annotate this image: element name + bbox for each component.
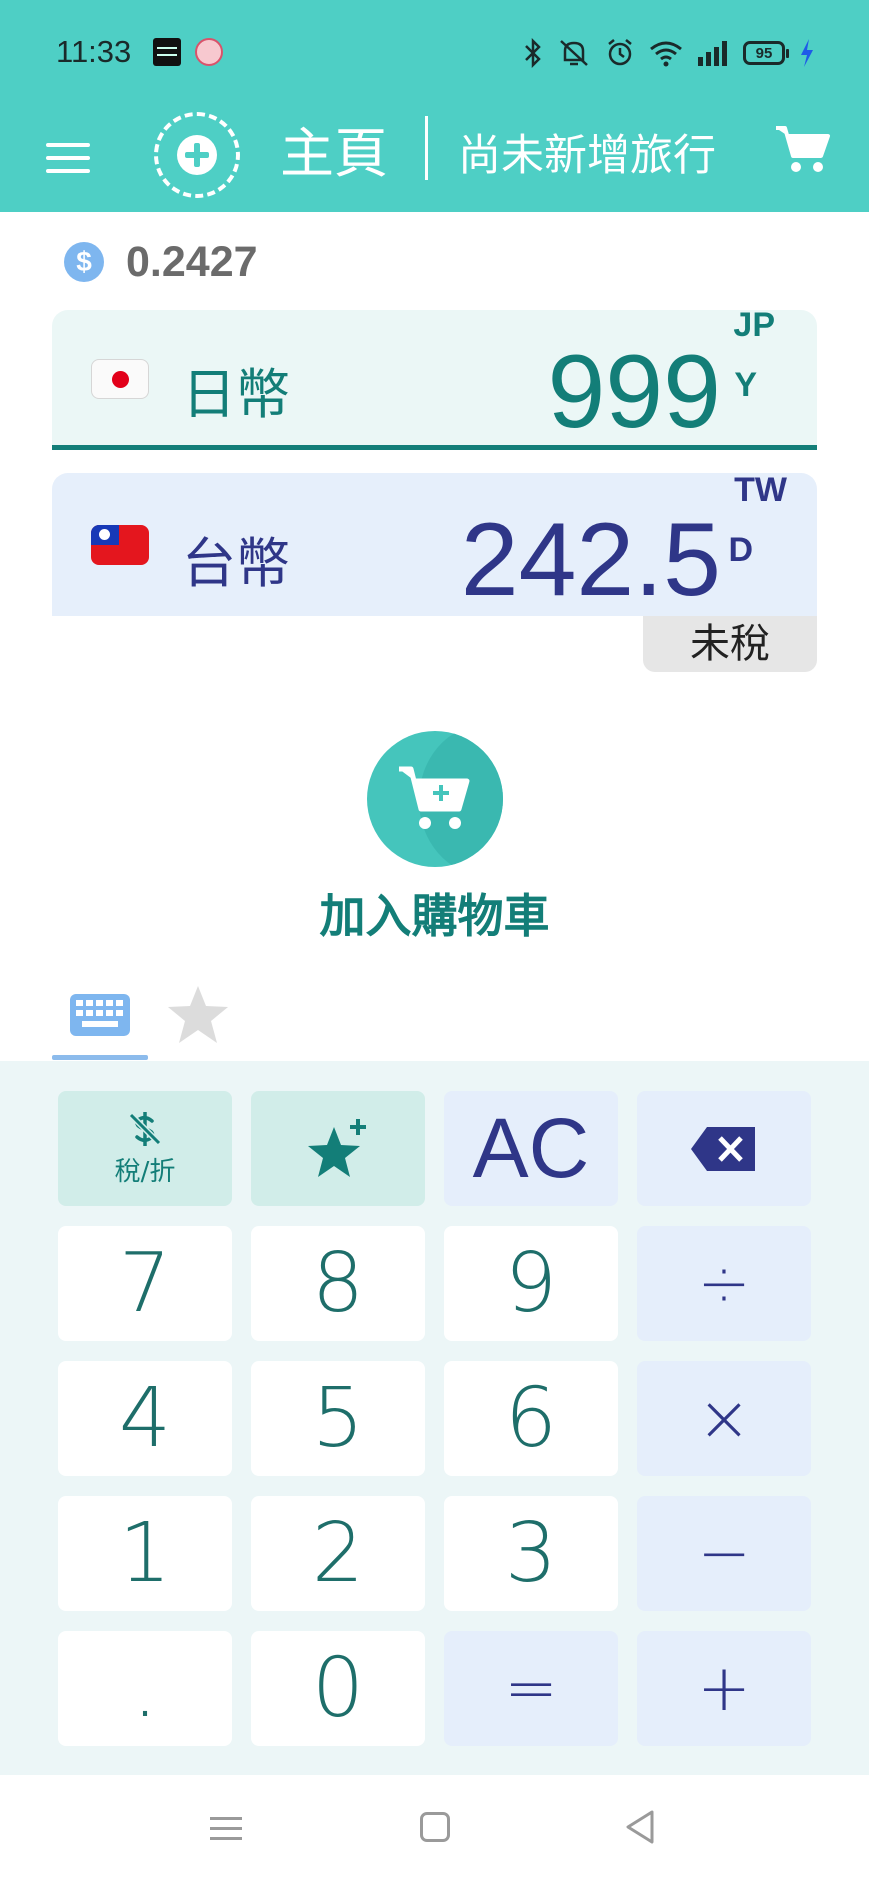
battery-icon: 95 (743, 41, 789, 65)
tab-favorites[interactable] (162, 980, 234, 1060)
japan-flag-icon (91, 359, 149, 399)
exchange-rate-value: 0.2427 (126, 237, 258, 286)
panda-notification-icon (195, 38, 223, 66)
target-code-top: TW (734, 473, 787, 509)
key-5[interactable]: 5 (251, 1361, 425, 1476)
keyboard-icon (70, 994, 130, 1036)
taiwan-flag-icon (91, 525, 149, 565)
shopping-cart-button[interactable] (773, 118, 833, 178)
page-title: 主頁 (280, 122, 388, 185)
status-icons: 95 (523, 36, 815, 70)
multiply-key[interactable]: × (637, 1361, 811, 1476)
trip-selector[interactable]: 尚未新增旅行 (458, 126, 716, 186)
app-notification-icon (153, 38, 181, 66)
add-trip-button[interactable] (154, 112, 240, 198)
key-0[interactable]: 0 (251, 1631, 425, 1746)
add-favorite-key[interactable] (251, 1091, 425, 1206)
target-currency-card[interactable]: 台幣 242.5 TW D (52, 473, 817, 616)
key-3[interactable]: 3 (444, 1496, 618, 1611)
mute-icon (560, 40, 588, 66)
status-bar: 11:33 95 (0, 0, 869, 104)
target-code-bottom: D (728, 531, 753, 569)
signal-icon (698, 41, 727, 66)
key-4[interactable]: 4 (58, 1361, 232, 1476)
recents-icon[interactable] (210, 1813, 242, 1845)
minus-key[interactable]: − (637, 1496, 811, 1611)
dollar-slash-icon (128, 1112, 162, 1146)
backspace-key[interactable] (637, 1091, 811, 1206)
star-icon (168, 986, 228, 1043)
dollar-icon: $ (64, 242, 104, 282)
cart-plus-icon (399, 766, 470, 829)
key-2[interactable]: 2 (251, 1496, 425, 1611)
decimal-key[interactable]: . (58, 1631, 232, 1746)
key-8[interactable]: 8 (251, 1226, 425, 1341)
plus-icon (177, 135, 217, 175)
equals-key[interactable]: = (444, 1631, 618, 1746)
clear-all-key[interactable]: AC (444, 1091, 618, 1206)
calculator-keypad: 稅/折 AC 7 8 9 ÷ 4 5 6 × 1 2 3 − . 0 = + (0, 1061, 869, 1775)
bluetooth-icon (525, 38, 541, 68)
source-code-top: JP (733, 310, 775, 344)
tax-discount-key[interactable]: 稅/折 (58, 1091, 232, 1206)
add-to-cart-button[interactable] (367, 731, 503, 867)
key-9[interactable]: 9 (444, 1226, 618, 1341)
key-6[interactable]: 6 (444, 1361, 618, 1476)
target-currency-name: 台幣 (182, 532, 290, 595)
key-7[interactable]: 7 (58, 1226, 232, 1341)
menu-button[interactable] (44, 126, 92, 186)
title-divider (425, 116, 428, 180)
source-currency-name: 日幣 (182, 363, 290, 426)
source-currency-card[interactable]: 日幣 999 JP Y (52, 310, 817, 450)
home-icon[interactable] (420, 1812, 450, 1842)
divide-key[interactable]: ÷ (637, 1226, 811, 1341)
plus-key[interactable]: + (637, 1631, 811, 1746)
target-amount: 242.5 (460, 502, 721, 616)
backspace-icon (691, 1126, 755, 1171)
tax-status-badge[interactable]: 未稅 (643, 616, 817, 672)
add-to-cart-label[interactable]: 加入購物車 (0, 880, 869, 946)
alarm-icon (608, 39, 632, 66)
back-icon[interactable] (624, 1809, 656, 1845)
wifi-icon (650, 41, 682, 67)
key-1[interactable]: 1 (58, 1496, 232, 1611)
star-plus-icon (308, 1118, 366, 1177)
exchange-rate-row[interactable]: $ 0.2427 (64, 237, 258, 286)
status-time: 11:33 (56, 34, 132, 69)
app-toolbar: 主頁 尚未新增旅行 (0, 104, 869, 212)
source-code-bottom: Y (734, 366, 757, 404)
system-nav-bar (0, 1775, 869, 1883)
tab-keyboard[interactable] (52, 980, 148, 1060)
tax-discount-label: 稅/折 (114, 1157, 176, 1187)
charging-icon (801, 39, 813, 67)
source-amount: 999 (547, 334, 721, 450)
